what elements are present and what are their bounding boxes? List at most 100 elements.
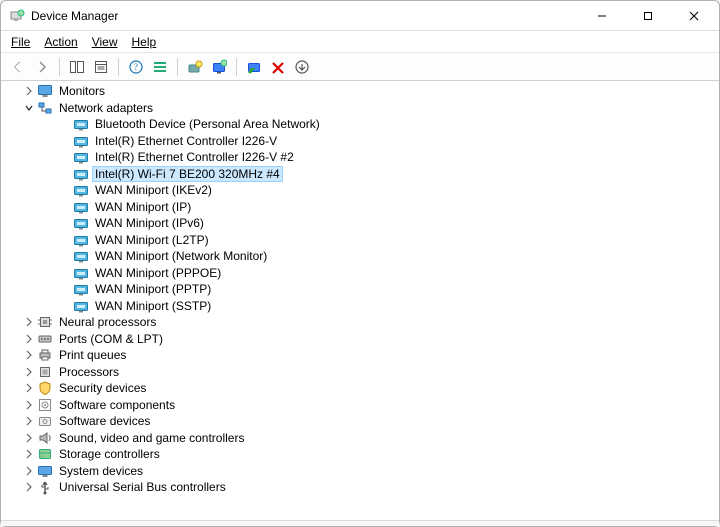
chevron-right-icon[interactable] — [23, 432, 35, 444]
device-tree[interactable]: Monitors Network adapters Bluetooth Device… — [1, 81, 719, 520]
toolbar-add-legacy-button[interactable] — [291, 56, 313, 78]
toolbar-help-button[interactable] — [125, 56, 147, 78]
tree-category-label: Ports (COM & LPT) — [57, 332, 165, 346]
chevron-right-icon[interactable] — [23, 415, 35, 427]
tree-category[interactable]: System devices — [1, 463, 719, 480]
tree-category[interactable]: Processors — [1, 364, 719, 381]
tree-category-label: Software components — [57, 398, 177, 412]
tree-category-label: System devices — [57, 464, 145, 478]
tree-device[interactable]: WAN Miniport (PPPOE) — [1, 265, 719, 282]
chevron-right-icon[interactable] — [23, 399, 35, 411]
system-icon — [37, 463, 53, 479]
netadapter-icon — [73, 166, 89, 182]
menubar: File Action View Help — [1, 31, 719, 53]
tree-category-label: Monitors — [57, 84, 107, 98]
menu-file[interactable]: File — [5, 33, 36, 51]
chevron-right-icon[interactable] — [23, 448, 35, 460]
tree-category-label: Storage controllers — [57, 447, 162, 461]
tree-device[interactable]: WAN Miniport (PPTP) — [1, 281, 719, 298]
tree-category-label: Sound, video and game controllers — [57, 431, 246, 445]
tree-device[interactable]: Intel(R) Wi-Fi 7 BE200 320MHz #4 — [1, 166, 719, 183]
chip-icon — [37, 314, 53, 330]
toolbar-tree-button[interactable] — [66, 56, 88, 78]
tree-device-label: WAN Miniport (PPTP) — [93, 282, 213, 296]
toolbar-separator — [118, 58, 119, 76]
tree-category[interactable]: Sound, video and game controllers — [1, 430, 719, 447]
tree-device[interactable]: WAN Miniport (IP) — [1, 199, 719, 216]
toolbar-separator — [236, 58, 237, 76]
tree-device-label: WAN Miniport (SSTP) — [93, 299, 213, 313]
toolbar-forward-button[interactable] — [31, 56, 53, 78]
swcomp-icon — [37, 397, 53, 413]
menu-view[interactable]: View — [86, 33, 124, 51]
tree-category-label: Processors — [57, 365, 121, 379]
tree-device[interactable]: WAN Miniport (IKEv2) — [1, 182, 719, 199]
maximize-button[interactable] — [625, 1, 671, 31]
tree-device[interactable]: WAN Miniport (L2TP) — [1, 232, 719, 249]
tree-category[interactable]: Storage controllers — [1, 446, 719, 463]
swdev-icon — [37, 413, 53, 429]
tree-category[interactable]: Monitors — [1, 83, 719, 100]
tree-device[interactable]: WAN Miniport (SSTP) — [1, 298, 719, 315]
tree-category[interactable]: Network adapters — [1, 100, 719, 117]
storage-icon — [37, 446, 53, 462]
toolbar-viewmenu-button[interactable] — [149, 56, 171, 78]
tree-category[interactable]: Universal Serial Bus controllers — [1, 479, 719, 496]
chevron-down-icon[interactable] — [23, 102, 35, 114]
chevron-right-icon[interactable] — [23, 333, 35, 345]
menu-help[interactable]: Help — [126, 33, 163, 51]
tree-device-label: WAN Miniport (Network Monitor) — [93, 249, 269, 263]
toolbar-back-button[interactable] — [7, 56, 29, 78]
tree-device-label: WAN Miniport (L2TP) — [93, 233, 211, 247]
window-root: Device Manager File Action View Help — [0, 0, 720, 527]
tree-category-label: Security devices — [57, 381, 148, 395]
netadapter-icon — [73, 281, 89, 297]
netadapter-icon — [73, 199, 89, 215]
netadapter-icon — [73, 133, 89, 149]
netadapter-icon — [73, 182, 89, 198]
toolbar-properties-button[interactable] — [90, 56, 112, 78]
tree-device-label: Intel(R) Ethernet Controller I226-V — [93, 134, 279, 148]
tree-device[interactable]: Bluetooth Device (Personal Area Network) — [1, 116, 719, 133]
tree-device[interactable]: Intel(R) Ethernet Controller I226-V — [1, 133, 719, 150]
tree-category[interactable]: Software devices — [1, 413, 719, 430]
statusbar — [1, 520, 719, 526]
chevron-right-icon[interactable] — [23, 481, 35, 493]
tree-category-label: Network adapters — [57, 101, 155, 115]
tree-device-label: WAN Miniport (IP) — [93, 200, 193, 214]
tree-device[interactable]: WAN Miniport (IPv6) — [1, 215, 719, 232]
tree-category-label: Software devices — [57, 414, 152, 428]
toolbar-scan-button[interactable] — [208, 56, 230, 78]
chevron-right-icon[interactable] — [23, 382, 35, 394]
chevron-right-icon[interactable] — [23, 465, 35, 477]
tree-device[interactable]: WAN Miniport (Network Monitor) — [1, 248, 719, 265]
tree-device-label: Intel(R) Wi-Fi 7 BE200 320MHz #4 — [93, 167, 282, 181]
tree-device[interactable]: Intel(R) Ethernet Controller I226-V #2 — [1, 149, 719, 166]
window-title: Device Manager — [31, 9, 118, 23]
security-icon — [37, 380, 53, 396]
chevron-right-icon[interactable] — [23, 349, 35, 361]
tree-category[interactable]: Ports (COM & LPT) — [1, 331, 719, 348]
tree-category[interactable]: Print queues — [1, 347, 719, 364]
toolbar-uninstall-button[interactable] — [267, 56, 289, 78]
tree-device-label: Bluetooth Device (Personal Area Network) — [93, 117, 322, 131]
toolbar-enable-button[interactable] — [243, 56, 265, 78]
toolbar — [1, 53, 719, 81]
usb-icon — [37, 479, 53, 495]
close-button[interactable] — [671, 1, 717, 31]
netadapter-icon — [73, 265, 89, 281]
tree-category[interactable]: Software components — [1, 397, 719, 414]
sound-icon — [37, 430, 53, 446]
tree-category-label: Neural processors — [57, 315, 158, 329]
tree-category[interactable]: Neural processors — [1, 314, 719, 331]
chevron-right-icon[interactable] — [23, 85, 35, 97]
menu-action[interactable]: Action — [38, 33, 83, 51]
toolbar-update-driver-button[interactable] — [184, 56, 206, 78]
chevron-right-icon[interactable] — [23, 316, 35, 328]
chevron-right-icon[interactable] — [23, 366, 35, 378]
titlebar: Device Manager — [1, 1, 719, 31]
cpu-icon — [37, 364, 53, 380]
toolbar-separator — [177, 58, 178, 76]
tree-category[interactable]: Security devices — [1, 380, 719, 397]
minimize-button[interactable] — [579, 1, 625, 31]
